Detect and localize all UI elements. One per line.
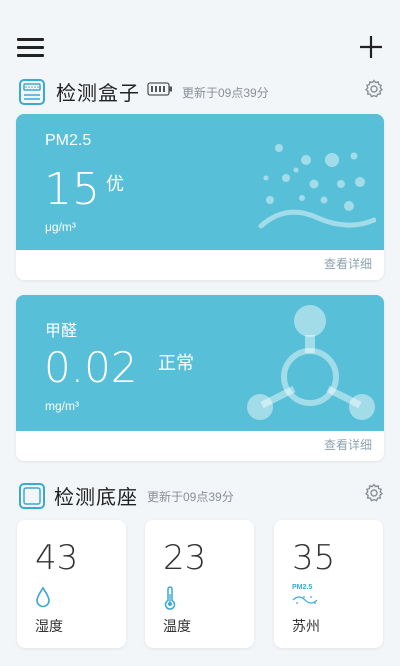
metric-unit: mg/m³ [45,399,79,413]
pm25-card-header: PM2.5 15 优 μg/m³ [16,114,384,250]
metric-name: 甲醛 [45,323,78,340]
tile-label: 温度 [163,618,191,634]
thermometer-icon [164,586,176,610]
gear-icon[interactable] [364,79,384,99]
formaldehyde-card-header: 甲醛 0.02 正常 mg/m³ [16,295,384,431]
metric-unit: μg/m³ [45,220,76,234]
water-drop-icon [36,586,50,608]
humidity-tile[interactable]: 43 湿度 [17,520,126,648]
outdoor-pm25-tile[interactable]: 35 PM2.5 苏州 [274,520,383,648]
particles-illustration-icon [258,144,376,229]
metric-name: PM2.5 [45,132,92,149]
section-title: 检测底座 [54,487,138,509]
gear-icon[interactable] [364,483,384,503]
base-section-header: 检测底座 更新于09点39分 [0,476,400,516]
air-quality-grade: 优 [106,174,124,194]
pm25-card[interactable]: PM2.5 15 优 μg/m³ 查看详细 [16,114,384,280]
formaldehyde-card[interactable]: 甲醛 0.02 正常 mg/m³ 查看详细 [16,295,384,461]
section-title: 检测盒子 [56,83,140,105]
update-time: 更新于09点39分 [147,490,234,504]
tile-value: 35 [292,538,336,578]
box-section-header: 检测盒子 更新于09点39分 [0,72,400,112]
base-station-icon [19,483,45,509]
molecule-illustration-icon [247,305,375,420]
metric-value: 15 [44,164,100,215]
view-details-link[interactable]: 查看详细 [324,436,372,453]
pm25-outdoor-icon: PM2.5 [292,584,318,610]
tile-value: 43 [35,538,79,578]
menu-icon[interactable] [16,36,46,58]
view-details-link[interactable]: 查看详细 [324,255,372,272]
top-bar [0,0,400,70]
temperature-tile[interactable]: 23 温度 [145,520,254,648]
tile-label: 湿度 [35,618,63,634]
battery-icon [147,82,172,96]
update-time: 更新于09点39分 [182,86,269,100]
tile-value: 23 [163,538,207,578]
metric-value: 0.02 [44,343,138,392]
formaldehyde-grade: 正常 [158,353,194,373]
tile-label: 苏州 [292,618,320,634]
plus-icon[interactable] [356,32,386,62]
monitor-box-icon [19,79,45,105]
pm25-icon-text: PM2.5 [292,584,313,591]
